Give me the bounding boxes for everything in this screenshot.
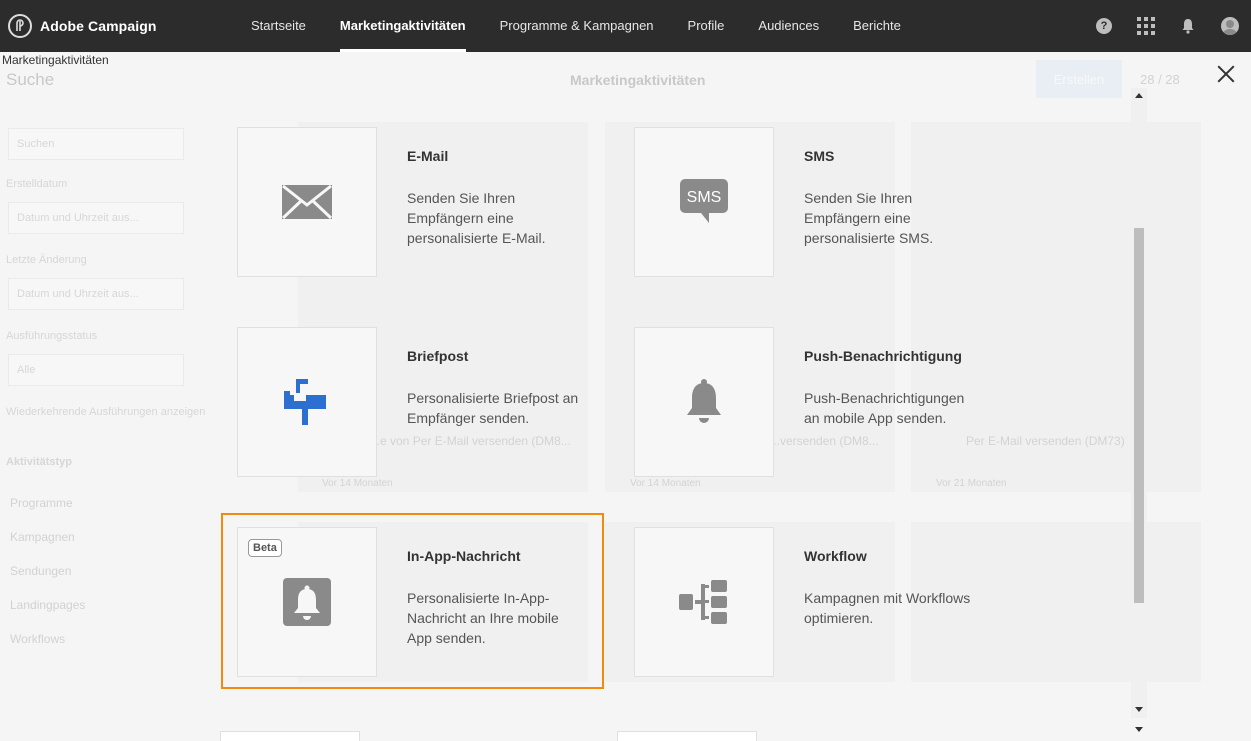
card-description: Personalisierte Briefpost an Empfänger s… [407, 390, 579, 426]
card-email[interactable]: E-Mail Senden Sie Ihren Empfängern eine … [237, 127, 577, 277]
card-thumbnail [634, 527, 774, 677]
scroll-down-arrow-icon[interactable] [1135, 707, 1143, 712]
main-nav: Startseite Marketingaktivitäten Programm… [234, 0, 918, 52]
result-count: 28 / 28 [1140, 72, 1180, 87]
tile-meta: Vor 21 Monaten [936, 478, 1007, 489]
nav-right-icons: ? [1083, 0, 1251, 52]
envelope-icon [282, 185, 332, 219]
search-panel-title: Suche [6, 70, 55, 89]
search-field: Suchen [8, 128, 184, 160]
tile-meta: Vor 14 Monaten [322, 478, 393, 489]
card-workflow[interactable]: Workflow Kampagnen mit Workflows optimie… [634, 527, 974, 677]
brand-name: Adobe Campaign [40, 18, 157, 34]
card-title: SMS [804, 148, 835, 164]
activity-type-workflows: Workflows [10, 632, 66, 646]
card-description: Push-Benachrichtigungen an mobile App se… [804, 390, 965, 426]
status-field: Alle [8, 354, 184, 386]
nav-programme-kampagnen[interactable]: Programme & Kampagnen [483, 0, 671, 52]
apps-grid-icon[interactable] [1125, 0, 1167, 52]
recurring-label: Wiederkehrende Ausführungen anzeigen [6, 406, 206, 418]
next-card-partial[interactable] [617, 731, 757, 741]
card-description: Senden Sie Ihren Empfängern eine persona… [407, 190, 546, 246]
notifications-bell-icon[interactable] [1167, 0, 1209, 52]
created-label: Erstelldatum [6, 178, 68, 190]
sms-icon-text: SMS [687, 189, 722, 206]
card-thumbnail: SMS [634, 127, 774, 277]
adobe-campaign-logo-icon [8, 14, 32, 38]
tile-meta: Vor 14 Monaten [630, 478, 701, 489]
card-title: Briefpost [407, 348, 469, 364]
tile-caption: Per E-Mail versenden (DM73) [966, 434, 1125, 448]
created-date-field: Datum und Uhrzeit aus... [8, 202, 184, 234]
activity-type-label: Aktivitätstyp [6, 456, 73, 468]
close-icon[interactable] [1214, 62, 1238, 86]
nav-profile[interactable]: Profile [671, 0, 742, 52]
list-title: Marketingaktivitäten [570, 72, 706, 88]
nav-startseite[interactable]: Startseite [234, 0, 323, 52]
scroll-thumb[interactable] [1134, 228, 1144, 603]
scroll-up-arrow-icon[interactable] [1135, 93, 1143, 98]
card-title: Workflow [804, 548, 867, 564]
top-navigation-bar: Adobe Campaign Startseite Marketingaktiv… [0, 0, 1251, 52]
modified-date-field: Datum und Uhrzeit aus... [8, 278, 184, 310]
modified-label: Letzte Änderung [6, 254, 87, 266]
card-push-notification[interactable]: Push-Benachrichtigung Push-Benachrichtig… [634, 327, 974, 477]
activity-type-programme: Programme [10, 496, 73, 510]
next-card-partial[interactable] [220, 731, 360, 741]
workflow-icon [679, 580, 727, 624]
activity-type-kampagnen: Kampagnen [10, 530, 75, 544]
help-icon[interactable]: ? [1083, 0, 1125, 52]
brand[interactable]: Adobe Campaign [8, 14, 234, 38]
mailbox-icon [284, 379, 326, 425]
nav-audiences[interactable]: Audiences [741, 0, 836, 52]
user-avatar-icon[interactable] [1209, 0, 1251, 52]
card-title: Push-Benachrichtigung [804, 348, 962, 364]
activity-type-sendungen: Sendungen [10, 564, 72, 578]
status-label: Ausführungsstatus [6, 330, 98, 342]
create-button: Erstellen [1036, 60, 1122, 98]
card-thumbnail [237, 327, 377, 477]
card-sms[interactable]: SMS SMS Senden Sie Ihren Empfängern eine… [634, 127, 974, 277]
selection-highlight [221, 513, 604, 689]
activity-type-landingpages: Landingpages [10, 598, 86, 612]
nav-berichte[interactable]: Berichte [836, 0, 918, 52]
background-page: Marketingaktivitäten Suche Marketingakti… [0, 52, 1251, 741]
card-thumbnail [634, 327, 774, 477]
sms-bubble-icon: SMS [680, 179, 728, 223]
page-scroll-down-arrow-icon[interactable] [1135, 727, 1143, 732]
modal-scrollbar[interactable] [1131, 88, 1147, 718]
nav-marketingaktivitaeten[interactable]: Marketingaktivitäten [323, 0, 483, 52]
card-title: E-Mail [407, 148, 449, 164]
card-description: Senden Sie Ihren Empfängern eine persona… [804, 190, 934, 246]
breadcrumb: Marketingaktivitäten [2, 53, 109, 67]
card-thumbnail [237, 127, 377, 277]
card-briefpost[interactable]: Briefpost Personalisierte Briefpost an E… [237, 327, 578, 477]
card-description: Kampagnen mit Workflows optimieren. [804, 590, 971, 626]
bell-icon [687, 379, 721, 423]
